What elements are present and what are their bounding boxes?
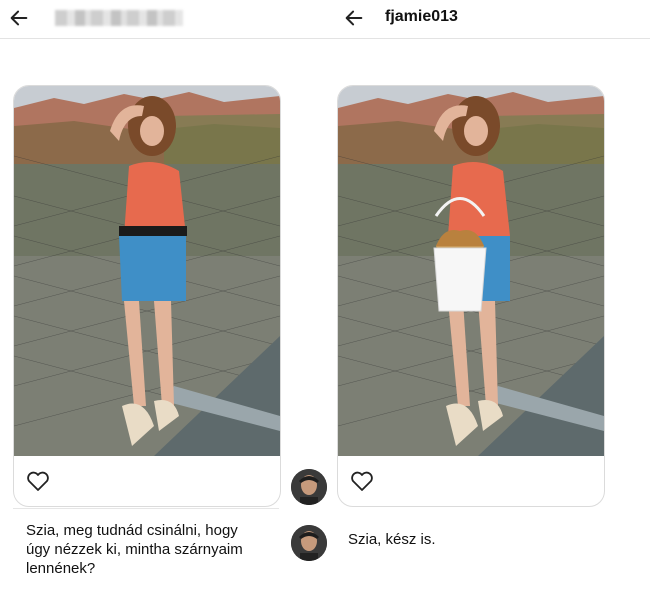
heart-outline-icon[interactable] bbox=[26, 470, 50, 492]
top-bar: fjamie013 bbox=[0, 0, 650, 39]
avatar-photo-icon bbox=[291, 525, 327, 561]
post-photo[interactable] bbox=[14, 86, 280, 456]
post-photo[interactable] bbox=[338, 86, 604, 456]
blurred-username bbox=[55, 10, 183, 26]
heart-outline-icon[interactable] bbox=[350, 470, 374, 492]
avatar[interactable] bbox=[291, 469, 327, 505]
chat-username[interactable]: fjamie013 bbox=[385, 8, 458, 26]
back-arrow-icon[interactable] bbox=[8, 7, 30, 29]
shared-post-original[interactable] bbox=[13, 85, 281, 507]
message-text: Szia, meg tudnád csinálni, hogy úgy nézz… bbox=[26, 522, 243, 577]
avatar[interactable] bbox=[291, 525, 327, 561]
message-text: Szia, kész is. bbox=[348, 531, 436, 548]
shared-post-edited[interactable] bbox=[337, 85, 605, 507]
message-bubble-edge bbox=[13, 508, 279, 509]
back-arrow-icon[interactable] bbox=[343, 7, 365, 29]
avatar-photo-icon bbox=[291, 469, 327, 505]
